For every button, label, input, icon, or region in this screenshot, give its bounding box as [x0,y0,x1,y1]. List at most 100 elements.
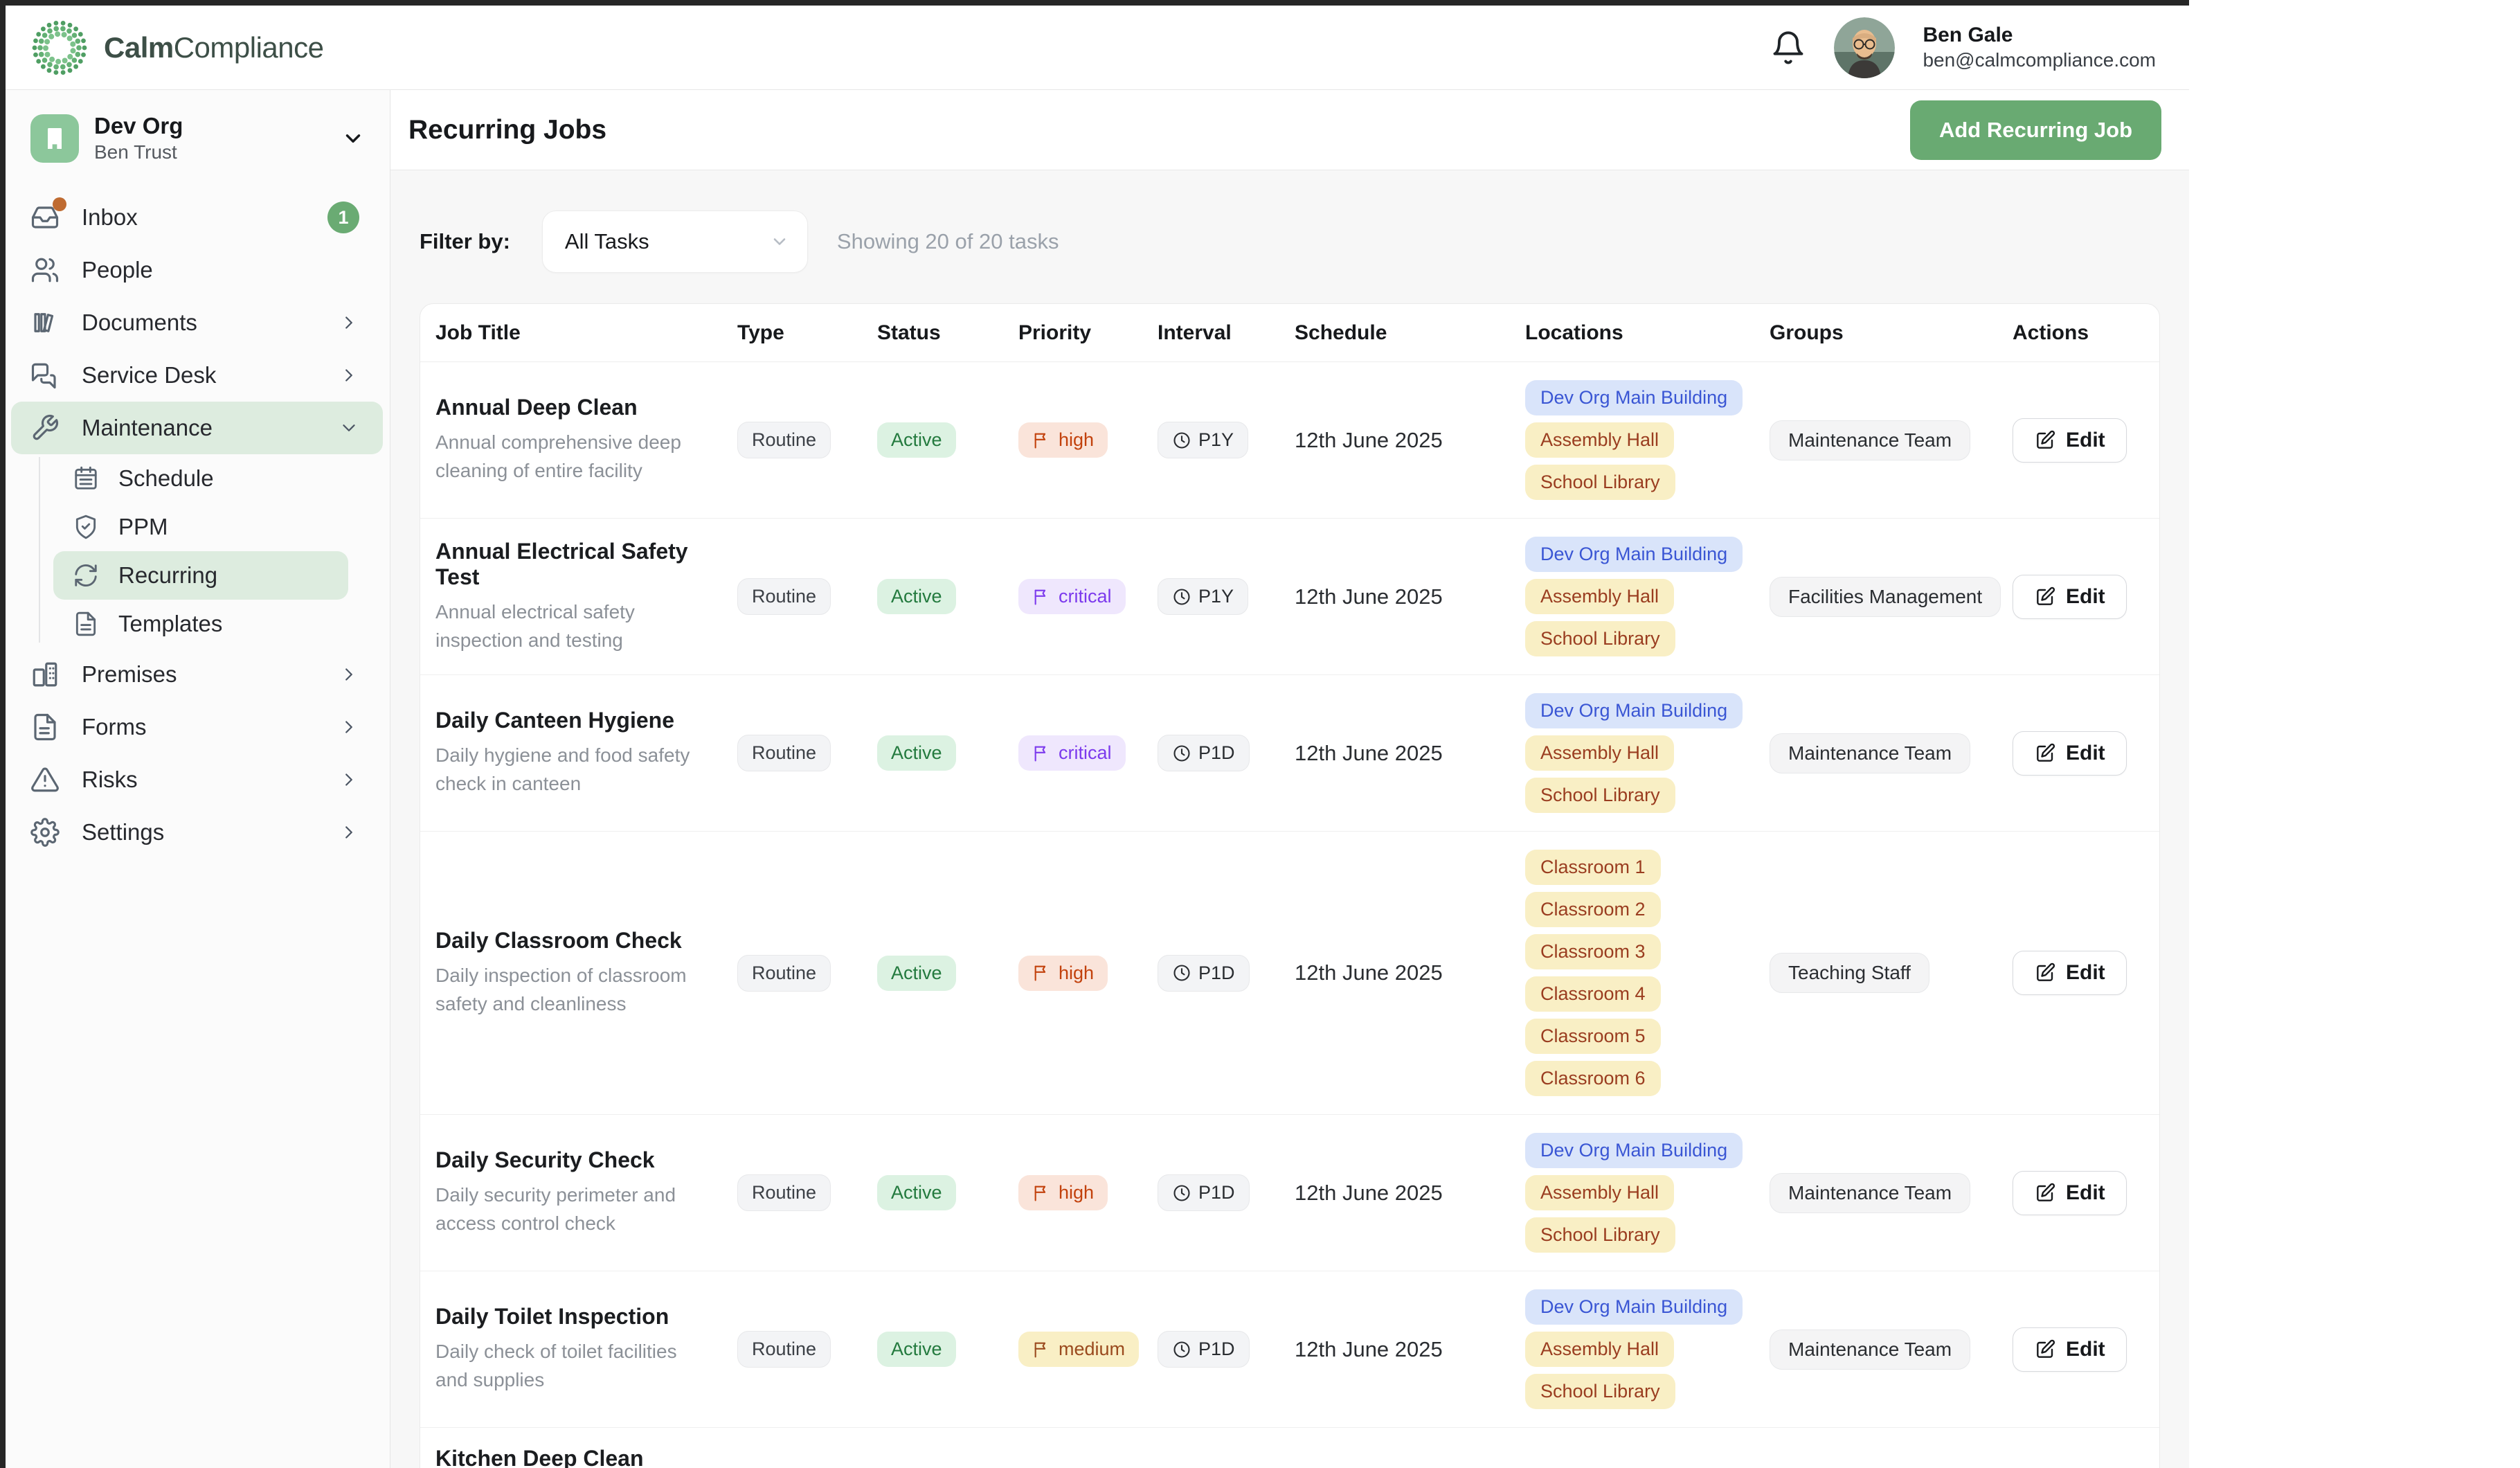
documents-icon-wrap [30,308,60,337]
chev-right-icon [339,769,359,790]
interval-label: P1D [1198,1339,1235,1360]
type-badge: Routine [737,1174,831,1211]
location-badge: Assembly Hall [1525,1332,1674,1367]
sidebar-item-risks[interactable]: Risks [11,753,383,806]
sidebar-item-premises[interactable]: Premises [11,648,383,701]
sidebar-item-inbox[interactable]: Inbox 1 [11,191,383,244]
sidebar-subitem-ppm[interactable]: PPM [53,503,348,551]
showing-count: Showing 20 of 20 tasks [837,229,1059,254]
user-info[interactable]: Ben Gale ben@calmcompliance.com [1923,22,2156,73]
group-badge: Maintenance Team [1770,1330,1970,1370]
status-badge: Active [877,735,956,771]
sidebar-item-maintenance[interactable]: Maintenance [11,402,383,454]
edit-button[interactable]: Edit [2013,731,2127,776]
interval-label: P1D [1198,1182,1235,1203]
locations-cell: Dev Org Main BuildingAssembly HallSchool… [1525,380,1770,500]
type-badge: Routine [737,735,831,771]
schedule-date: 12th June 2025 [1295,1181,1443,1205]
schedule-cell: 12th June 2025 [1295,584,1525,609]
add-recurring-job-button[interactable]: Add Recurring Job [1910,100,2161,160]
sidebar-subitem-label: Schedule [118,465,214,492]
flag-icon [1032,1183,1052,1203]
groups-cell: Maintenance Team [1770,1173,2013,1213]
schedule-date: 12th June 2025 [1295,1337,1443,1361]
interval-cell: P1Y [1158,422,1295,458]
interval-cell: P1D [1158,735,1295,771]
sidebar-item-documents[interactable]: Documents [11,296,383,349]
priority-cell: high [1018,422,1158,458]
location-badge: Dev Org Main Building [1525,693,1743,728]
ppm-icon-wrap [73,514,99,540]
location-badge: School Library [1525,465,1675,500]
interval-label: P1D [1198,963,1235,984]
sidebar-item-service-desk[interactable]: Service Desk [11,349,383,402]
clock-icon [1172,1183,1191,1203]
user-name: Ben Gale [1923,22,2156,48]
location-badge: Dev Org Main Building [1525,1289,1743,1325]
sidebar-subitem-schedule[interactable]: Schedule [53,454,348,503]
location-badge: School Library [1525,621,1675,656]
org-name: Dev Org [94,112,183,140]
job-title: Annual Electrical Safety Test [435,539,737,590]
location-badge: Assembly Hall [1525,579,1674,614]
priority-badge: critical [1018,579,1126,614]
documents-icon [30,308,60,337]
brand-logo: CalmCompliance [28,16,323,80]
sidebar-item-settings[interactable]: Settings [11,806,383,859]
type-badge: Routine [737,422,831,458]
edit-button[interactable]: Edit [2013,951,2127,995]
recurring-jobs-table: Job TitleTypeStatusPriorityIntervalSched… [420,303,2160,1468]
status-cell: Active [877,1332,1018,1367]
job-title-cell: Kitchen Deep Clean Weekly deep cleaning … [420,1446,737,1468]
job-title: Annual Deep Clean [435,395,737,420]
interval-badge: P1Y [1158,578,1248,615]
table-row-annual-deep-clean: Annual Deep Clean Annual comprehensive d… [420,362,2159,519]
group-badge: Facilities Management [1770,577,2001,617]
job-title: Daily Security Check [435,1147,737,1173]
people-icon [30,256,60,285]
type-badge: Routine [737,578,831,615]
sidebar-item-people[interactable]: People [11,244,383,296]
job-title: Daily Canteen Hygiene [435,708,737,733]
job-description: Annual electrical safety inspection and … [435,598,712,654]
app-window: CalmCompliance [6,6,2189,1468]
flag-icon [1032,744,1052,763]
priority-label: critical [1059,586,1112,607]
locations-cell: Dev Org Main BuildingAssembly HallSchool… [1525,693,1770,813]
actions-cell: Edit [2013,418,2158,463]
priority-badge: high [1018,1175,1108,1210]
sidebar-subitem-label: Templates [118,611,222,637]
locations-cell: Dev Org Main BuildingAssembly HallSchool… [1525,1133,1770,1253]
location-badge: Classroom 6 [1525,1061,1661,1096]
interval-badge: P1D [1158,735,1250,771]
table-row-daily-security-check: Daily Security Check Daily security peri… [420,1115,2159,1271]
schedule-cell: 12th June 2025 [1295,1181,1525,1206]
sidebar-subitem-templates[interactable]: Templates [53,600,348,648]
edit-button[interactable]: Edit [2013,1327,2127,1372]
templates-icon-wrap [73,611,99,637]
priority-cell: critical [1018,579,1158,614]
sidebar-subitem-recurring[interactable]: Recurring [53,551,348,600]
edit-button[interactable]: Edit [2013,575,2127,619]
edit-button[interactable]: Edit [2013,1171,2127,1215]
org-building-icon [30,114,79,163]
status-cell: Active [877,735,1018,771]
interval-cell: P1D [1158,955,1295,992]
service-desk-icon [30,361,60,390]
edit-button[interactable]: Edit [2013,418,2127,463]
task-filter-select[interactable]: All Tasks [542,211,808,273]
premises-icon-wrap [30,660,60,689]
notifications-bell-icon[interactable] [1770,30,1806,66]
edit-label: Edit [2066,742,2105,765]
chev-right-icon [339,365,359,386]
org-selector[interactable]: Dev Org Ben Trust [6,104,390,173]
location-badge: Classroom 2 [1525,892,1661,927]
sidebar-item-forms[interactable]: Forms [11,701,383,753]
recurring-icon-wrap [73,562,99,589]
templates-icon [73,611,99,637]
chev-right-icon [339,664,359,685]
user-avatar[interactable] [1834,17,1895,78]
priority-badge: high [1018,422,1108,458]
location-badge: Assembly Hall [1525,1175,1674,1210]
filter-label: Filter by: [420,229,510,254]
